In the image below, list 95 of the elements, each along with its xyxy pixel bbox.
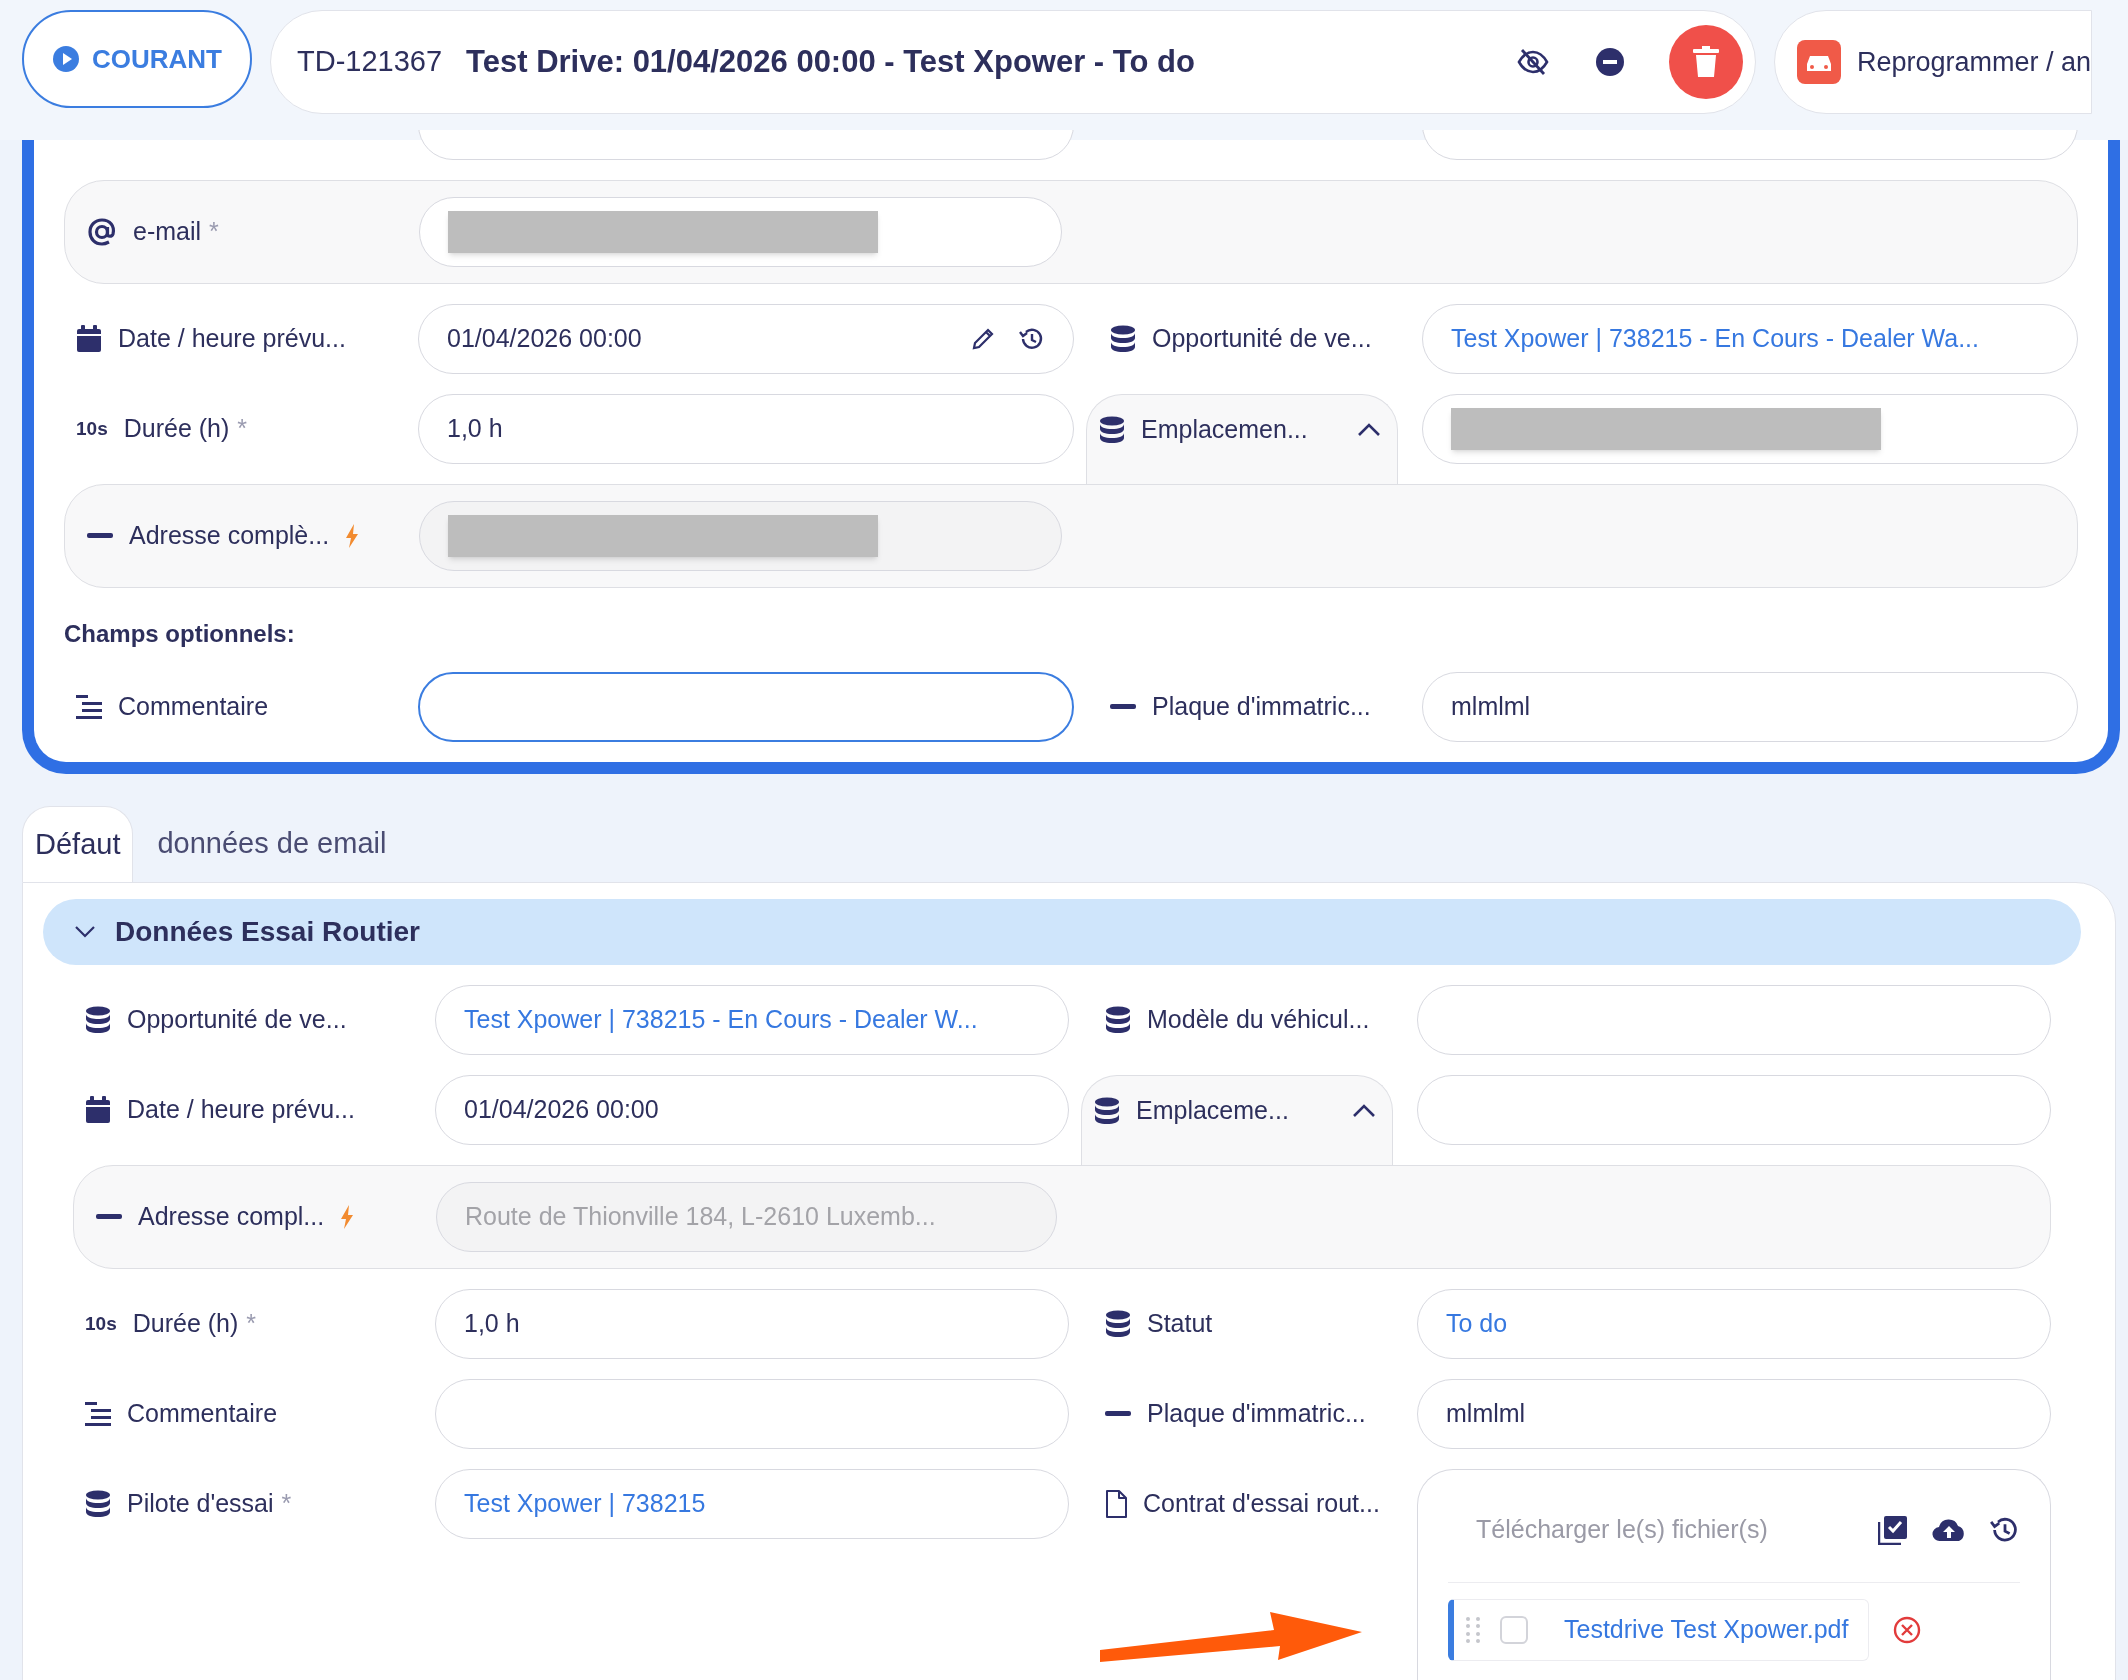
section-header[interactable]: Données Essai Routier <box>43 899 2081 965</box>
play-circle-icon <box>52 45 80 73</box>
chevron-down-icon <box>75 926 95 938</box>
chevron-up-icon[interactable] <box>1352 1103 1376 1118</box>
field-label: Adresse compl... <box>138 1201 325 1233</box>
field-link[interactable]: To do <box>1446 1305 1508 1343</box>
field-label: Contrat d'essai rout... <box>1143 1488 1380 1520</box>
checkbox[interactable] <box>1500 1616 1528 1644</box>
input-field[interactable]: To do <box>1417 1289 2051 1359</box>
lightning-icon <box>345 524 360 548</box>
cloud-upload-icon[interactable] <box>1932 1518 1966 1542</box>
dash-icon <box>96 1214 122 1220</box>
database-icon <box>85 1006 111 1034</box>
field-value: 1,0 h <box>447 413 503 445</box>
field-link[interactable]: Test Xpower | 738215 <box>464 1485 706 1523</box>
field-label: e-mail <box>133 216 202 248</box>
drag-handle-icon[interactable] <box>1466 1617 1480 1643</box>
database-icon <box>1105 1310 1131 1338</box>
dash-icon <box>1105 1411 1131 1417</box>
field-label: Durée (h) <box>123 413 230 445</box>
database-icon <box>85 1490 111 1518</box>
field-link[interactable]: Test Xpower | 738215 - En Cours - Dealer W... <box>464 1001 978 1039</box>
field-label: Durée (h) <box>132 1308 239 1340</box>
field-label: Emplaceme... <box>1136 1094 1289 1126</box>
input-field[interactable]: mlmlml <box>1417 1379 2051 1449</box>
field-label: Commentaire <box>127 1398 278 1430</box>
reschedule-button[interactable]: Reprogrammer / an <box>1774 10 2093 114</box>
field-label: Adresse complè... <box>129 520 330 552</box>
field-value: mlmlml <box>1451 691 1531 723</box>
calendar-icon <box>85 1096 111 1124</box>
dash-icon <box>1110 704 1136 710</box>
input-field[interactable]: mlmlml <box>1422 672 2078 742</box>
field-label: Statut <box>1147 1308 1213 1340</box>
required-mark: * <box>246 1308 257 1340</box>
input-field[interactable]: Test Xpower | 738215 - En Cours - Dealer W... <box>435 985 1069 1055</box>
field-label: Date / heure prévu... <box>118 323 346 355</box>
database-icon <box>1110 325 1136 353</box>
document-icon <box>1105 1490 1127 1518</box>
required-mark: * <box>237 413 248 445</box>
text-lines-icon <box>76 694 102 720</box>
input-field[interactable]: 01/04/2026 00:00 <box>418 304 1074 374</box>
expand-tab[interactable]: Emplacemen... <box>1086 394 1398 486</box>
trash-icon <box>1692 46 1720 78</box>
field-value: 01/04/2026 00:00 <box>464 1094 659 1126</box>
field-label: Date / heure prévu... <box>127 1094 355 1126</box>
input-field[interactable]: 01/04/2026 00:00 <box>435 1075 1069 1145</box>
required-mark: * <box>209 216 219 248</box>
field-label: Plaque d'immatric... <box>1152 691 1371 723</box>
field-value: 1,0 h <box>464 1308 520 1340</box>
car-icon <box>1797 40 1841 84</box>
field-value: mlmlml <box>1446 1398 1526 1430</box>
status-button[interactable]: COURANT <box>22 10 252 108</box>
field-label: Opportunité de ve... <box>1152 323 1372 355</box>
input-field[interactable]: 1,0 h <box>418 394 1074 464</box>
history-icon[interactable] <box>1019 326 1045 352</box>
database-icon <box>1099 415 1125 444</box>
file-link[interactable]: Testdrive Test Xpower.pdf <box>1564 1611 1849 1649</box>
field-label: Pilote d'essai <box>127 1488 274 1520</box>
expand-tab[interactable]: Emplaceme... <box>1081 1075 1393 1167</box>
field-label: Modèle du véhicul... <box>1147 1004 1370 1036</box>
lightning-icon <box>340 1205 355 1229</box>
calendar-icon <box>76 325 102 353</box>
pencil-icon[interactable] <box>971 327 995 351</box>
file-item[interactable]: Testdrive Test Xpower.pdf <box>1448 1599 1870 1661</box>
remove-icon[interactable] <box>1893 1616 1922 1644</box>
input-field[interactable]: Test Xpower | 738215 <box>435 1469 1069 1539</box>
database-icon <box>1105 1006 1131 1034</box>
dash-icon <box>87 533 113 539</box>
input-field[interactable]: Test Xpower | 738215 - En Cours - Dealer Wa... <box>1422 304 2078 374</box>
field-value: 01/04/2026 00:00 <box>447 323 642 355</box>
at-sign-icon <box>87 217 117 247</box>
record-title: Test Drive: 01/04/2026 00:00 - Test Xpower - To do <box>466 42 1196 81</box>
duration-icon: 10s <box>76 414 108 444</box>
field-label: Opportunité de ve... <box>127 1004 347 1036</box>
delete-button[interactable] <box>1669 25 1743 99</box>
field-label: Plaque d'immatric... <box>1147 1398 1366 1430</box>
field-label: Commentaire <box>118 691 269 723</box>
duration-icon: 10s <box>85 1309 117 1339</box>
field-link[interactable]: Test Xpower | 738215 - En Cours - Dealer Wa... <box>1451 320 1979 358</box>
tab[interactable]: Défaut <box>22 806 134 882</box>
file-upload-field[interactable]: Télécharger le(s) fichier(s) Testdrive Test Xpower.pdf <box>1417 1469 2051 1680</box>
database-icon <box>1094 1096 1120 1125</box>
upload-placeholder: Télécharger le(s) fichier(s) <box>1476 1514 1769 1546</box>
chevron-up-icon[interactable] <box>1357 422 1381 437</box>
section-heading: Champs optionnels: <box>64 619 296 649</box>
required-mark: * <box>281 1488 292 1520</box>
tab[interactable]: données de email <box>133 806 411 882</box>
minus-circle-icon[interactable] <box>1595 47 1625 77</box>
field-label: Emplacemen... <box>1141 413 1308 445</box>
text-lines-icon <box>85 1401 111 1427</box>
field-value: Route de Thionville 184, L-2610 Luxemb... <box>465 1201 936 1233</box>
input-field[interactable]: 1,0 h <box>435 1289 1069 1359</box>
eye-off-icon[interactable] <box>1517 48 1549 76</box>
record-id: TD-121367 <box>297 44 443 80</box>
checklist-icon[interactable] <box>1878 1515 1908 1545</box>
